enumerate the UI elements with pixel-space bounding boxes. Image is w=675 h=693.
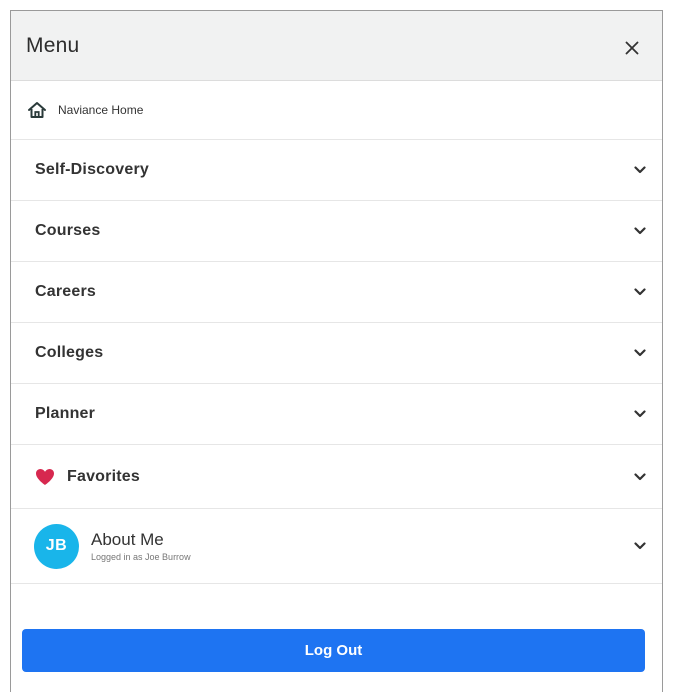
heart-icon [35,467,55,487]
menu-item-colleges[interactable]: Colleges [11,323,662,384]
log-out-button[interactable]: Log Out [22,629,645,672]
menu-item-careers[interactable]: Careers [11,262,662,323]
close-button[interactable] [616,32,648,64]
chevron-down-icon [632,345,648,361]
home-icon [27,100,47,120]
menu-item-about-me[interactable]: JB About Me Logged in as Joe Burrow [11,509,662,584]
menu-item-label: Self-Discovery [35,161,149,178]
menu-item-planner[interactable]: Planner [11,384,662,445]
about-me-group: JB About Me Logged in as Joe Burrow [34,523,191,569]
chevron-down-icon [632,538,648,554]
menu-item-self-discovery[interactable]: Self-Discovery [11,140,662,201]
close-icon [625,41,639,54]
chevron-down-icon [632,162,648,178]
menu-title: Menu [26,33,80,57]
menu-item-label: Colleges [35,344,104,361]
chevron-down-icon [632,284,648,300]
chevron-down-icon [632,469,648,485]
favorites-group: Favorites [35,467,140,487]
menu-item-label: Careers [35,283,97,300]
avatar: JB [34,523,79,569]
menu-item-courses[interactable]: Courses [11,201,662,262]
about-me-title: About Me [91,530,164,549]
menu-item-favorites[interactable]: Favorites [11,445,662,509]
menu-header: Menu [11,11,662,81]
chevron-down-icon [632,406,648,422]
about-me-text: About Me Logged in as Joe Burrow [91,530,191,562]
menu-item-label: Favorites [67,467,140,485]
chevron-down-icon [632,223,648,239]
menu-item-label: Courses [35,222,101,239]
menu-item-label: Planner [35,405,96,422]
naviance-home-label: Naviance Home [58,103,144,117]
menu-panel: Menu Naviance Home Self-Discovery Course… [10,10,663,692]
logged-in-as-text: Logged in as Joe Burrow [91,552,191,562]
naviance-home-link[interactable]: Naviance Home [11,81,662,140]
